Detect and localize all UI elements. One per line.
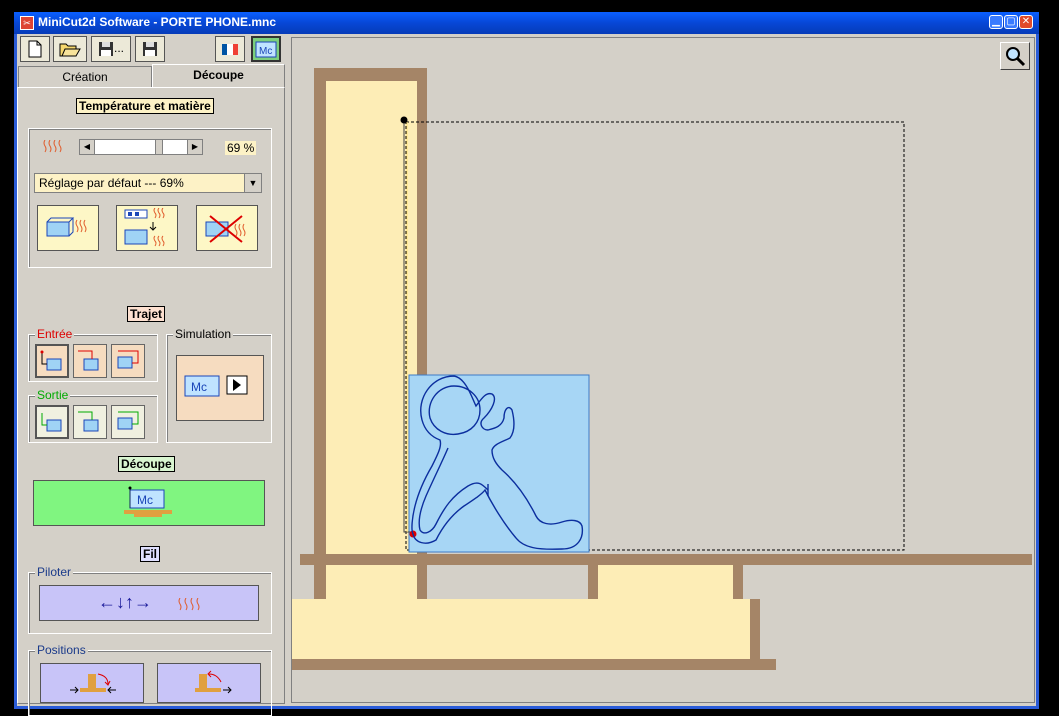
entree-option-2-button[interactable] xyxy=(73,344,107,378)
simulation-button[interactable]: Mc xyxy=(176,355,264,421)
sortie-label: Sortie xyxy=(35,388,71,402)
tab-decoupe[interactable]: Découpe xyxy=(152,64,285,88)
frame-top-beam xyxy=(326,68,417,81)
open-file-button[interactable] xyxy=(53,36,87,62)
sortie-option-3-button[interactable] xyxy=(111,405,145,439)
simulation-group: Simulation Mc xyxy=(166,327,272,443)
app-window: ✂ MiniCut2d Software - PORTE PHONE.mnc ▁… xyxy=(14,12,1039,716)
heat-icon xyxy=(43,140,62,153)
piloter-label: Piloter xyxy=(35,565,74,579)
entree-group: Entrée xyxy=(28,327,158,382)
sortie-option-1-button[interactable] xyxy=(35,405,69,439)
title-bar[interactable]: ✂ MiniCut2d Software - PORTE PHONE.mnc ▁… xyxy=(14,12,1039,34)
start-cut-button[interactable]: Mc xyxy=(33,480,265,526)
heat-icon xyxy=(178,598,200,611)
lower-post-left xyxy=(314,565,326,599)
app-icon: ✂ xyxy=(20,16,34,30)
pilot-wire-button[interactable]: ←↓↑→ xyxy=(39,585,259,621)
temperature-header: Température et matière xyxy=(76,98,214,114)
foam-column xyxy=(326,81,417,554)
delete-material-button[interactable] xyxy=(196,205,258,251)
new-file-icon xyxy=(28,40,42,58)
base-foam-block xyxy=(292,599,750,659)
lower-post-right-a xyxy=(588,565,598,599)
temperature-group: ◀ ▶ 69 % Réglage par défaut --- 69% ▼ xyxy=(28,128,272,268)
load-material-button[interactable] xyxy=(116,205,178,251)
direction-arrows: ←↓↑→ xyxy=(98,592,152,612)
base-right-post xyxy=(750,599,760,659)
sortie-group: Sortie xyxy=(28,388,158,443)
position-home-button[interactable] xyxy=(40,663,144,703)
close-button[interactable]: ✕ xyxy=(1019,15,1033,29)
tab-creation[interactable]: Création xyxy=(18,66,152,88)
position-park-button[interactable] xyxy=(157,663,261,703)
save-button[interactable] xyxy=(135,36,165,62)
sortie-option-2-button[interactable] xyxy=(73,405,107,439)
left-panel: ... Mc Création Découpe Température et m… xyxy=(17,34,287,716)
floppy-icon xyxy=(143,42,157,56)
preset-selected-value: Réglage par défaut --- 69% xyxy=(39,176,184,190)
entree-label: Entrée xyxy=(35,327,75,341)
chevron-down-icon[interactable]: ▼ xyxy=(244,174,261,192)
svg-text:Mc: Mc xyxy=(259,46,272,57)
mc-machine-icon: Mc xyxy=(255,41,277,58)
positions-group: Positions xyxy=(28,643,272,716)
table-beam xyxy=(300,554,1032,565)
slider-left-arrow[interactable]: ◀ xyxy=(80,140,95,154)
material-block-icon xyxy=(46,217,87,237)
mc-mode-button[interactable]: Mc xyxy=(251,36,281,62)
slider-right-arrow[interactable]: ▶ xyxy=(187,140,202,154)
svg-text:Mc: Mc xyxy=(137,493,153,507)
svg-text:Mc: Mc xyxy=(191,380,207,394)
trajet-header: Trajet xyxy=(127,306,166,322)
lower-post-right-b xyxy=(733,565,743,599)
exit-path-icon xyxy=(78,411,99,432)
delete-material-icon xyxy=(205,215,246,243)
positions-label: Positions xyxy=(35,643,88,657)
drawing-canvas[interactable] xyxy=(291,37,1035,703)
client-area: ... Mc Création Découpe Température et m… xyxy=(17,34,1036,716)
preset-select[interactable]: Réglage par défaut --- 69% ▼ xyxy=(34,173,262,193)
lower-post-mid xyxy=(417,565,427,599)
lower-foam-left xyxy=(326,565,417,599)
new-material-button[interactable] xyxy=(37,205,99,251)
fil-header: Fil xyxy=(140,546,160,562)
home-position-icon xyxy=(70,673,116,694)
entry-path-icon xyxy=(78,350,99,371)
decoupe-header: Découpe xyxy=(118,456,175,472)
cut-machine-icon: Mc xyxy=(124,486,172,517)
temperature-slider[interactable]: ◀ ▶ xyxy=(79,139,203,155)
language-button[interactable] xyxy=(215,36,245,62)
simulation-label: Simulation xyxy=(173,327,234,341)
open-folder-icon xyxy=(59,43,81,57)
french-flag-icon xyxy=(222,44,238,55)
base-beam xyxy=(292,659,776,670)
piloter-group: Piloter ←↓↑→ xyxy=(28,565,272,634)
lower-foam-right xyxy=(598,565,733,599)
machine-drawing xyxy=(292,68,1032,670)
wire-start-point xyxy=(400,116,408,124)
entree-option-3-button[interactable] xyxy=(111,344,145,378)
exit-path-icon xyxy=(41,413,62,432)
slider-thumb[interactable] xyxy=(155,140,163,154)
entry-path-icon xyxy=(117,350,139,369)
floppy-icon xyxy=(98,42,113,56)
window-title: MiniCut2d Software - PORTE PHONE.mnc xyxy=(38,15,277,29)
save-as-button[interactable]: ... xyxy=(91,36,131,62)
temperature-value: 69 % xyxy=(225,141,257,155)
maximize-button[interactable]: ▢ xyxy=(1004,15,1018,29)
minimize-button[interactable]: ▁ xyxy=(989,15,1003,29)
frame-left-post xyxy=(314,68,326,598)
exit-path-icon xyxy=(117,411,139,430)
tab-creation-label: Création xyxy=(62,70,108,84)
decoupe-tab-page: Température et matière ◀ ▶ 69 % Réglage … xyxy=(17,87,285,716)
park-position-icon xyxy=(195,670,232,694)
save-as-ellipsis: ... xyxy=(113,41,124,55)
tab-decoupe-label: Découpe xyxy=(193,68,244,82)
material-load-icon xyxy=(124,208,165,247)
simulation-play-icon: Mc xyxy=(184,375,248,397)
entree-option-1-button[interactable] xyxy=(35,344,69,378)
entry-path-icon xyxy=(40,350,62,371)
new-file-button[interactable] xyxy=(20,36,50,62)
